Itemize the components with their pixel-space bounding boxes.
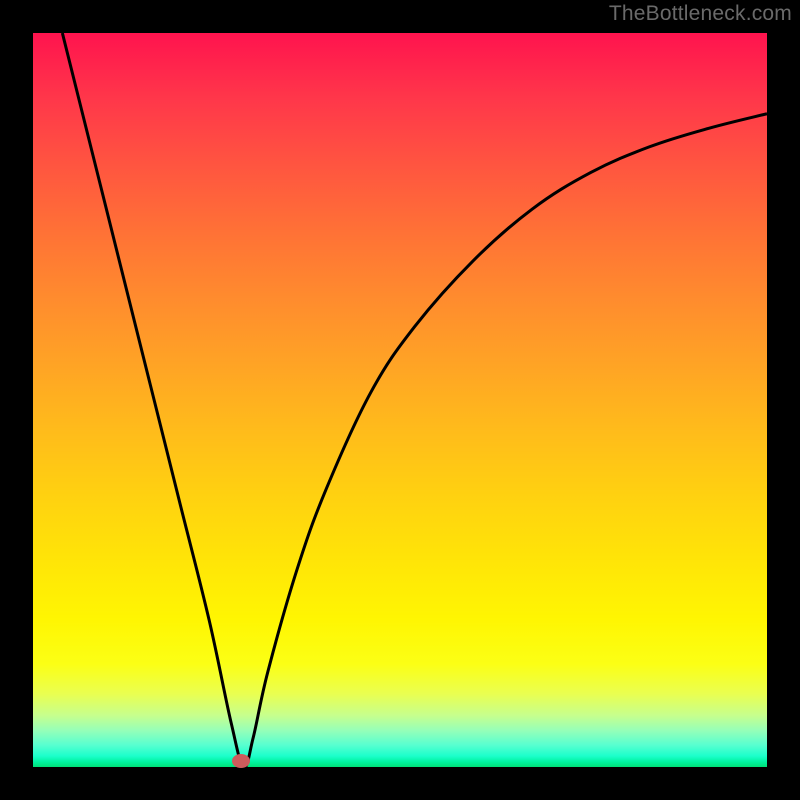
bottleneck-curve-path (62, 33, 767, 767)
watermark-text: TheBottleneck.com (609, 2, 792, 26)
vertex-marker (232, 754, 250, 768)
curve-svg (33, 33, 767, 767)
chart-frame: TheBottleneck.com (0, 0, 800, 800)
plot-area (33, 33, 767, 767)
